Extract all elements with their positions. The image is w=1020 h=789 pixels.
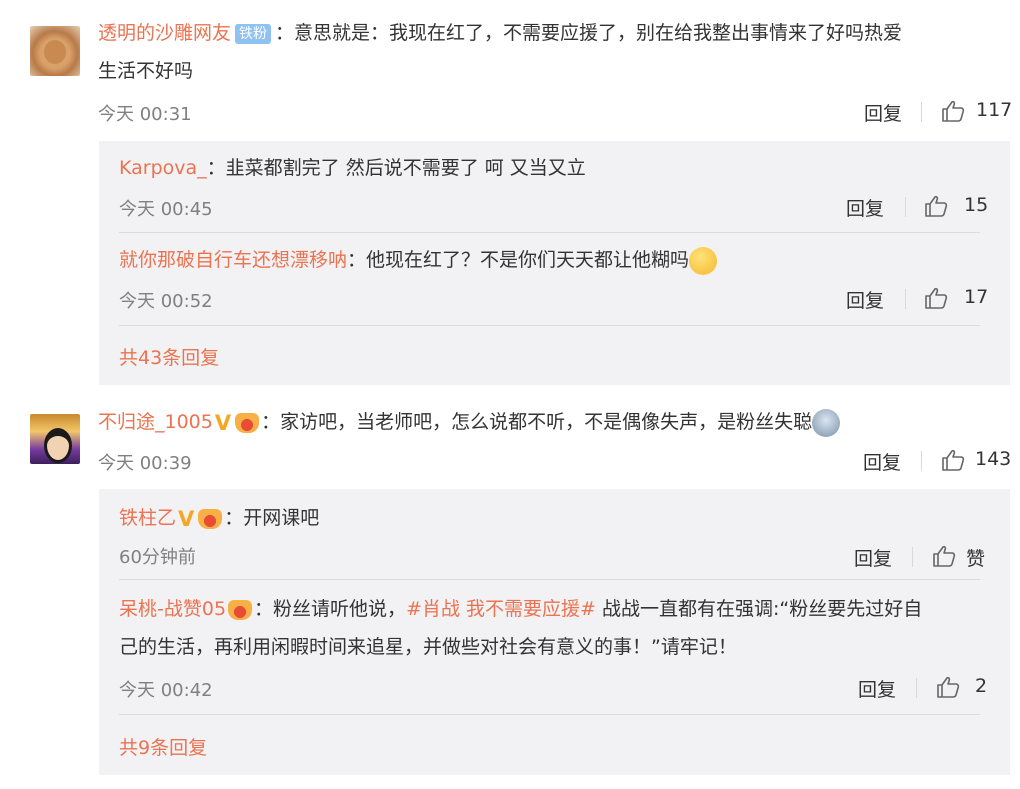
reply-text-line2: 己的生活，再利用闲暇时间来追星，并做些对社会有意义的事！”请牢记！ [119, 636, 737, 658]
reply-item: 铁柱乙V ：开网课吧 [119, 499, 980, 538]
reply-button[interactable]: 回复 [858, 675, 896, 702]
reply-time: 今天 00:42 [119, 680, 213, 701]
reply-box: 铁柱乙V ：开网课吧 60分钟前 回复 赞 呆桃-战赞05 ：粉丝请听他说，#肖战 … [99, 489, 1010, 775]
thumbs-up-icon[interactable] [924, 287, 948, 309]
reply-item: 就你那破自行车还想漂移呐：他现在红了？不是你们天天都让他糊吗 [119, 241, 980, 279]
reply-time: 今天 00:45 [119, 199, 213, 220]
like-count: 143 [975, 448, 1012, 470]
reply-text: ：韭菜都割完了 然后说不需要了 呵 又当又立 [206, 157, 586, 179]
reply-button[interactable]: 回复 [863, 448, 901, 475]
divider [916, 678, 917, 698]
reply-button[interactable]: 回复 [846, 194, 884, 221]
like-count: 17 [964, 286, 989, 308]
divider [119, 325, 980, 326]
comment-text-line2: 生活不好吗 [98, 60, 194, 82]
thumbs-up-icon[interactable] [932, 545, 956, 567]
avatar[interactable] [30, 414, 80, 464]
comment-body: 不归途_1005V ：家访吧，当老师吧，怎么说都不听，不是偶像失声，是粉丝失聪 [98, 403, 998, 442]
person-avatar-icon [44, 428, 72, 463]
comment-text: ：家访吧，当老师吧，怎么说都不听，不是偶像失声，是粉丝失聪 [261, 411, 813, 433]
reply-text: ：粉丝请听他说， [254, 598, 407, 620]
reply-text-suffix: 战战一直都有在强调:“粉丝要先过好自 [595, 598, 923, 620]
like-count: 2 [975, 675, 988, 697]
thumbs-up-icon[interactable] [941, 449, 965, 471]
crown-fan-badge-icon [228, 599, 253, 620]
crown-fan-badge-icon [198, 508, 223, 529]
reply-button[interactable]: 回复 [854, 544, 892, 571]
divider [905, 289, 906, 309]
like-count: 117 [976, 99, 1013, 121]
reply-author[interactable]: 铁柱乙 [119, 507, 176, 529]
reply-item: Karpova_：韭菜都割完了 然后说不需要了 呵 又当又立 [119, 149, 980, 187]
thumbs-up-icon[interactable] [924, 195, 948, 217]
v-badge-icon: V [214, 410, 232, 435]
reply-author[interactable]: 呆桃-战赞05 [119, 598, 226, 620]
reply-item: 呆桃-战赞05 ：粉丝请听他说，#肖战 我不需要应援# 战战一直都有在强调:“粉丝… [119, 590, 980, 666]
more-replies-link[interactable]: 共43条回复 [119, 343, 219, 370]
topic-link[interactable]: #肖战 我不需要应援# [406, 598, 596, 620]
divider [119, 714, 980, 715]
divider [119, 579, 980, 580]
comment-author[interactable]: 透明的沙雕网友 [98, 22, 231, 44]
shush-emoji-icon [689, 246, 718, 275]
reply-time: 今天 00:52 [119, 291, 213, 312]
reply-time: 60分钟前 [119, 547, 196, 568]
reply-text: ：开网课吧 [224, 507, 320, 529]
comment-author[interactable]: 不归途_1005 [98, 411, 213, 433]
comment-body: 透明的沙雕网友 铁粉 ：意思就是：我现在红了，不需要应援了，别在给我整出事情来了好吗… [98, 14, 998, 90]
avatar[interactable] [30, 26, 80, 76]
iron-fan-badge: 铁粉 [235, 23, 272, 44]
husky-emoji-icon [812, 408, 841, 437]
reply-button[interactable]: 回复 [864, 99, 902, 126]
comment-time: 今天 00:31 [98, 104, 192, 125]
comment-time: 今天 00:39 [98, 453, 192, 474]
cat-avatar-icon [44, 40, 66, 64]
reply-author[interactable]: Karpova_ [119, 157, 207, 179]
reply-text: ：他现在红了？不是你们天天都让他糊吗 [347, 249, 690, 271]
like-count: 15 [964, 194, 989, 216]
reply-author[interactable]: 就你那破自行车还想漂移呐 [119, 249, 347, 271]
divider [905, 197, 906, 217]
reply-box: Karpova_：韭菜都割完了 然后说不需要了 呵 又当又立 今天 00:45 … [99, 141, 1010, 385]
divider [921, 451, 922, 471]
like-label[interactable]: 赞 [966, 544, 985, 571]
more-replies-link[interactable]: 共9条回复 [119, 733, 207, 760]
v-badge-icon: V [178, 506, 195, 531]
thumbs-up-icon[interactable] [936, 676, 960, 698]
divider [119, 232, 980, 233]
thumbs-up-icon[interactable] [941, 100, 965, 122]
divider [921, 102, 922, 122]
divider [912, 547, 913, 567]
crown-fan-badge-icon [235, 412, 260, 433]
reply-button[interactable]: 回复 [846, 286, 884, 313]
comment-text: ：意思就是：我现在红了，不需要应援了，别在给我整出事情来了好吗热爱 [275, 22, 903, 44]
